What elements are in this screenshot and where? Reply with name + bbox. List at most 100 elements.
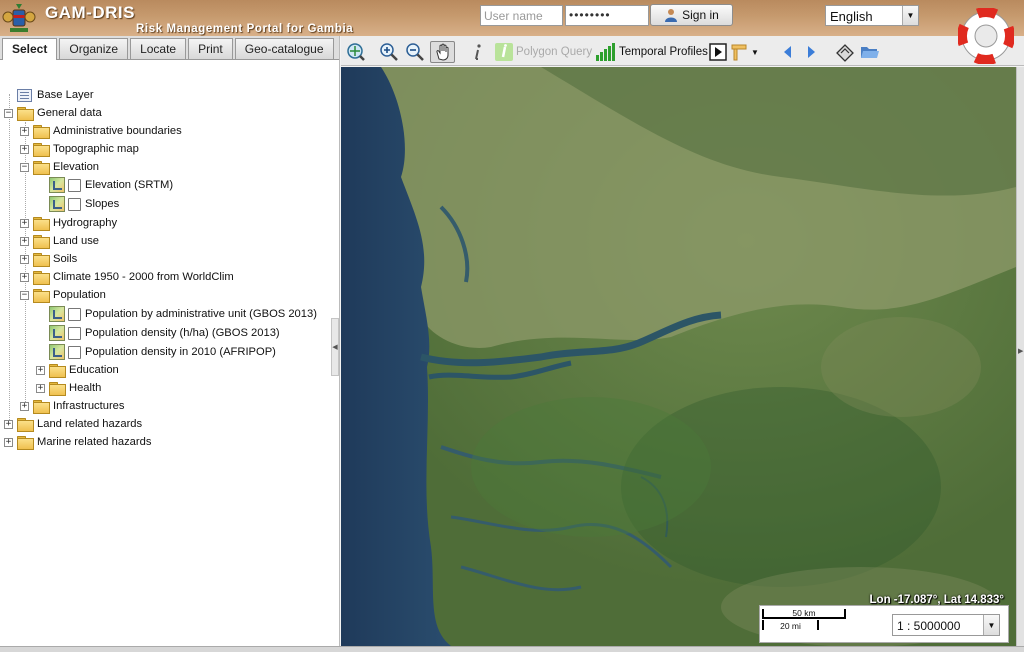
tree-item-general-data[interactable]: − General data xyxy=(4,104,102,122)
tree-item-pop-afripop[interactable]: Population density in 2010 (AFRIPOP) xyxy=(49,343,276,361)
tree-item-health[interactable]: + Health xyxy=(36,379,101,397)
expand-icon[interactable]: + xyxy=(36,365,45,375)
tree-item-admin-boundaries[interactable]: + Administrative boundaries xyxy=(20,122,182,140)
tree-item-slopes[interactable]: Slopes xyxy=(49,195,119,213)
folder-icon xyxy=(33,143,50,157)
zoom-in-button[interactable] xyxy=(379,41,399,63)
language-select[interactable]: English ▼ xyxy=(825,5,919,26)
tree-label: Population density in 2010 (AFRIPOP) xyxy=(85,346,276,358)
tree-label: Land related hazards xyxy=(37,418,143,430)
sign-in-button[interactable]: Sign in xyxy=(650,4,733,26)
layer-checkbox[interactable] xyxy=(68,326,81,340)
collapse-right-panel-handle[interactable]: ▶ xyxy=(1016,67,1024,646)
layer-legend-icon[interactable] xyxy=(49,344,65,360)
layer-legend-icon[interactable] xyxy=(49,177,65,193)
layer-checkbox[interactable] xyxy=(68,178,81,192)
layer-legend-icon[interactable] xyxy=(49,325,65,341)
tree-item-elevation-srtm[interactable]: Elevation (SRTM) xyxy=(49,176,173,194)
chevron-down-icon: ▼ xyxy=(751,47,759,57)
help-lifebuoy-icon[interactable] xyxy=(958,8,1014,64)
arrow-left-icon xyxy=(784,46,791,58)
scale-select[interactable]: 1 : 5000000 ▼ xyxy=(892,614,1000,636)
pan-hand-icon xyxy=(435,43,448,61)
tree-label: Slopes xyxy=(85,198,120,210)
open-file-button[interactable] xyxy=(860,41,880,63)
expand-icon[interactable]: + xyxy=(20,272,29,282)
expand-icon[interactable]: + xyxy=(20,254,29,264)
map-view[interactable]: Lon -17.087°, Lat 14.833° 50 km 20 mi 1 … xyxy=(341,67,1016,646)
tree-item-education[interactable]: + Education xyxy=(36,361,119,379)
expand-icon[interactable]: + xyxy=(20,236,29,246)
measure-tool-button[interactable]: ▼ xyxy=(730,41,759,63)
password-input[interactable]: •••••••• xyxy=(565,5,649,26)
tree-label: Elevation (SRTM) xyxy=(85,179,174,191)
folder-open-icon xyxy=(33,289,50,303)
expand-icon[interactable]: + xyxy=(36,383,45,393)
username-input[interactable] xyxy=(480,5,563,26)
folder-icon xyxy=(33,217,50,231)
tree-item-infrastructures[interactable]: + Infrastructures xyxy=(20,397,125,415)
tab-select[interactable]: Select xyxy=(2,38,58,60)
info-button[interactable] xyxy=(468,41,488,63)
tree-item-land-use[interactable]: + Land use xyxy=(20,232,99,250)
zoom-extent-button[interactable] xyxy=(346,41,366,63)
folder-icon xyxy=(33,253,50,267)
tree-label: Hydrography xyxy=(53,217,118,229)
clear-button[interactable] xyxy=(835,41,855,63)
tree-item-pop-admin[interactable]: Population by administrative unit (GBOS … xyxy=(49,305,317,323)
play-button[interactable] xyxy=(708,41,728,63)
panel-tabs: Select Organize Locate Print Geo-catalog… xyxy=(0,36,339,60)
scale-bar-mi: 20 mi xyxy=(762,620,819,631)
expand-icon[interactable]: + xyxy=(20,126,29,136)
tree-item-land-hazards[interactable]: + Land related hazards xyxy=(4,415,142,433)
tree-label: Soils xyxy=(53,253,78,265)
temporal-profiles-button[interactable]: Temporal Profiles xyxy=(595,41,708,63)
expand-icon[interactable]: + xyxy=(4,437,13,447)
zoom-out-button[interactable] xyxy=(405,41,425,63)
layer-checkbox[interactable] xyxy=(68,345,81,359)
tree-item-population[interactable]: − Population xyxy=(20,286,106,304)
expand-icon[interactable]: + xyxy=(20,401,29,411)
app-title: GAM-DRIS xyxy=(45,3,135,22)
temporal-profiles-label: Temporal Profiles xyxy=(619,46,708,58)
tree-label: Elevation xyxy=(53,161,100,173)
status-strip xyxy=(0,646,1024,652)
collapse-icon[interactable]: − xyxy=(20,162,29,172)
base-layer-icon xyxy=(17,88,32,102)
pan-button[interactable] xyxy=(430,41,455,63)
expand-icon[interactable]: + xyxy=(20,144,29,154)
tree-item-climate[interactable]: + Climate 1950 - 2000 from WorldClim xyxy=(20,268,234,286)
collapse-icon[interactable]: − xyxy=(4,108,13,118)
tab-organize[interactable]: Organize xyxy=(59,38,129,59)
collapse-left-panel-handle[interactable]: ◀ xyxy=(331,318,339,376)
play-icon xyxy=(709,43,727,61)
collapse-icon[interactable]: − xyxy=(20,290,29,300)
expand-icon[interactable]: + xyxy=(20,218,29,228)
expand-icon[interactable]: + xyxy=(4,419,13,429)
layer-panel: Select Organize Locate Print Geo-catalog… xyxy=(0,36,340,646)
satellite-basemap xyxy=(341,67,1016,646)
tree-item-base-layer[interactable]: Base Layer xyxy=(17,86,94,104)
layer-legend-icon[interactable] xyxy=(49,196,65,212)
next-view-button[interactable] xyxy=(801,41,821,63)
tab-print[interactable]: Print xyxy=(188,38,233,59)
layer-legend-icon[interactable] xyxy=(49,306,65,322)
tree-label: Base Layer xyxy=(37,89,94,101)
tree-item-elevation[interactable]: − Elevation xyxy=(20,158,99,176)
layer-checkbox[interactable] xyxy=(68,307,81,321)
tab-geo-catalogue[interactable]: Geo-catalogue xyxy=(234,38,334,59)
sign-in-label: Sign in xyxy=(682,8,719,22)
previous-view-button[interactable] xyxy=(778,41,798,63)
arrow-right-icon xyxy=(808,46,815,58)
tree-item-soils[interactable]: + Soils xyxy=(20,250,77,268)
polygon-query-button[interactable]: Polygon Query xyxy=(494,41,592,63)
zoom-extent-icon xyxy=(347,43,365,61)
tab-locate[interactable]: Locate xyxy=(130,38,187,59)
tree-item-hydrography[interactable]: + Hydrography xyxy=(20,214,117,232)
tree-item-marine-hazards[interactable]: + Marine related hazards xyxy=(4,433,151,451)
layer-checkbox[interactable] xyxy=(68,197,81,211)
folder-icon xyxy=(33,235,50,249)
user-icon xyxy=(665,9,678,22)
tree-item-topographic-map[interactable]: + Topographic map xyxy=(20,140,139,158)
tree-item-pop-density[interactable]: Population density (h/ha) (GBOS 2013) xyxy=(49,324,280,342)
